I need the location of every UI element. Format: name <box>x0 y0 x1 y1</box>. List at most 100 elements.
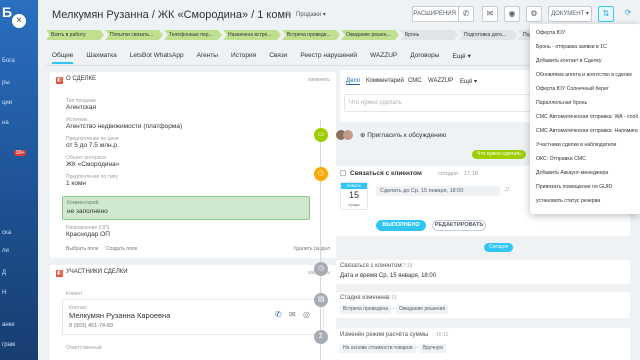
robots-icon[interactable]: ⇅ <box>598 6 614 22</box>
edit-title-icon[interactable]: ✎ <box>286 10 292 18</box>
task-time: 17:18 <box>464 171 478 177</box>
extensions-button[interactable]: РАСШИРЕНИЯ ▾ <box>412 6 462 22</box>
menu-item[interactable]: Привязать помещение по GUID <box>536 184 638 190</box>
task-input-placeholder: Что нужно сделать <box>349 100 402 106</box>
about-card-edit-link[interactable]: изменить <box>308 77 330 83</box>
menu-item[interactable]: СМС Автоматическая отправка: Напоминани.… <box>536 128 638 134</box>
todo-pill: Что нужно сделать <box>472 150 526 159</box>
contact-name[interactable]: Мелкумян Рузанна Кароевна <box>69 311 170 320</box>
bell-icon[interactable]: ♫ <box>504 186 509 193</box>
stage-item[interactable]: Бронь <box>400 30 458 40</box>
history-event: Изменён режим расчёта суммы 16:12 На осн… <box>336 328 630 360</box>
participants-card-heading: ◧ УЧАСТНИКИ СДЕЛКИ <box>56 269 128 277</box>
delete-section-link[interactable]: Удалить раздел <box>293 246 330 252</box>
stage-pipeline: Взять в работу Попытки связать... Телефо… <box>46 30 571 40</box>
menu-item[interactable]: Участники сделки в наблюдатели <box>536 142 638 148</box>
composer-tab-more[interactable]: Ещё ▾ <box>460 78 477 85</box>
sidebar-item[interactable]: ли <box>2 248 9 254</box>
stage-item[interactable]: Ожидание решен... <box>341 30 399 40</box>
avatar <box>343 130 353 140</box>
composer-tab-wazzup[interactable]: WAZZUP <box>428 78 453 84</box>
tab-violations[interactable]: Реестр нарушений <box>300 52 357 64</box>
field-value: Краснодар ОП <box>66 231 110 238</box>
tab-wazzup[interactable]: WAZZUP <box>370 52 397 64</box>
stage-item[interactable]: Встреча проведе... <box>282 30 340 40</box>
menu-item[interactable]: установить статус резерва <box>536 198 638 204</box>
choose-field-link[interactable]: Выбрать поле <box>66 246 99 252</box>
composer-tab-comment[interactable]: Комментарий <box>366 78 404 84</box>
field-value: Агентская <box>66 104 97 111</box>
menu-item[interactable]: Оферта ЮУ Солнечный берег <box>536 86 638 92</box>
menu-item[interactable]: Оферта ЮУ <box>536 30 638 36</box>
tab-general[interactable]: Общие <box>52 52 74 64</box>
menu-item[interactable]: ОКС: Отправка СМС <box>536 156 638 162</box>
about-deal-card: ◧ О СДЕЛКЕ изменить Тип продажи Агентская… <box>50 72 336 258</box>
tab-chessboard[interactable]: Шахматка <box>86 52 116 64</box>
sidebar-item[interactable]: Д <box>2 270 6 276</box>
help-icon[interactable]: ⟳ <box>620 6 636 22</box>
document-button[interactable]: ДОКУМЕНТ ▾ <box>548 6 592 22</box>
crm-left-sidebar: Б × Бога ры ции на 99+ ска ли Д Н анке г… <box>0 0 38 360</box>
edit-task-button[interactable]: РЕДАКТИРОВАТЬ <box>432 220 486 231</box>
menu-item[interactable]: Обновляем агента и агентство в сделке <box>536 72 638 78</box>
avatars-group[interactable] <box>336 130 358 140</box>
sidebar-item[interactable]: анке <box>2 322 15 328</box>
tab-more[interactable]: Ещё ▾ <box>452 52 470 64</box>
sidebar-item[interactable]: грам <box>2 342 15 348</box>
create-field-link[interactable]: Создать поле <box>106 246 137 252</box>
chat-icon[interactable]: ◎ <box>303 310 310 319</box>
task-when: сегодня <box>438 171 458 177</box>
pipeline-selector[interactable]: Продажи ▾ <box>296 11 326 18</box>
tab-links[interactable]: Связи <box>269 52 287 64</box>
task-title[interactable]: Связаться с клиентом <box>350 170 422 177</box>
calendar-day: 15 <box>348 190 359 200</box>
tab-letsbot[interactable]: LetsBot WhatsApp <box>130 52 184 64</box>
field-value: Агентство недвижимости (платформа) <box>66 123 183 130</box>
tab-agents[interactable]: Агенты <box>197 52 218 64</box>
close-slider-icon[interactable]: × <box>12 14 26 28</box>
mail-icon[interactable]: ✉ <box>482 6 498 22</box>
composer-tab-task[interactable]: Дело <box>346 78 361 85</box>
comment-field[interactable]: Комментарий не заполнено <box>62 196 310 220</box>
menu-item[interactable]: Бронь - отправка заявки в 1С <box>536 44 638 50</box>
crm-logo: Б <box>2 4 13 20</box>
invite-link[interactable]: ⊕ Пригласить к обсуждению <box>360 131 446 139</box>
task-checkbox[interactable] <box>340 170 346 176</box>
call-icon[interactable]: ✆ <box>275 310 282 319</box>
composer-tab-sms[interactable]: СМС <box>408 78 422 84</box>
stage-item[interactable]: Попытки связать... <box>105 30 163 40</box>
sidebar-item[interactable]: Бога <box>2 58 15 64</box>
stage-item[interactable]: Телефонные пер... <box>164 30 222 40</box>
stage-label: Попытки связать... <box>110 32 154 38</box>
stage-item[interactable]: Взять в работу <box>46 30 104 40</box>
menu-item[interactable]: Параллельная бронь <box>536 100 638 106</box>
comment-label: Комментарий <box>67 200 99 206</box>
menu-item[interactable]: Добавить Аккаунт-менеджера <box>536 170 638 176</box>
sidebar-item[interactable]: ции <box>2 100 12 106</box>
phone-icon[interactable]: ✆ <box>458 6 474 22</box>
menu-item[interactable]: СМС Автоматическая отправка: WA - сооб..… <box>536 114 638 120</box>
tab-contracts[interactable]: Договоры <box>410 52 439 64</box>
event-time: 16:12 <box>436 332 449 338</box>
menu-item[interactable]: Добавить контакт в Сделку <box>536 58 638 64</box>
email-icon[interactable]: ✉ <box>289 310 296 319</box>
sidebar-item[interactable]: ска <box>2 230 11 236</box>
calendar-month: ЯНВАРЬ <box>341 183 367 189</box>
pipeline-label: Продажи <box>296 12 322 18</box>
contact-phone[interactable]: 8 (903) 451-74-89 <box>69 323 113 329</box>
event-title: Изменён режим расчёта суммы <box>340 332 429 338</box>
stage-item[interactable]: Подготовка дого... <box>459 30 517 40</box>
mode-to: Вручную <box>420 344 447 353</box>
sidebar-item[interactable]: Н <box>2 290 6 296</box>
event-title: Стадия изменена <box>340 295 389 301</box>
deal-slider-panel: Мелкумян Рузанна / ЖК «Смородина» / 1 ко… <box>38 0 640 360</box>
task-deadline[interactable]: Сделать до Ср, 15 января, 18:00 <box>376 186 500 196</box>
sidebar-item[interactable]: ры <box>2 80 10 86</box>
sidebar-item[interactable]: на <box>2 120 9 126</box>
stage-item[interactable]: Назначена встре... <box>223 30 281 40</box>
gear-icon[interactable]: ⚙ <box>526 6 542 22</box>
done-button[interactable]: ВЫПОЛНЕНО <box>376 220 426 231</box>
tab-history[interactable]: История <box>231 52 256 64</box>
participants-card-title: УЧАСТНИКИ СДЕЛКИ <box>66 269 128 275</box>
skype-icon[interactable]: ◉ <box>504 6 520 22</box>
